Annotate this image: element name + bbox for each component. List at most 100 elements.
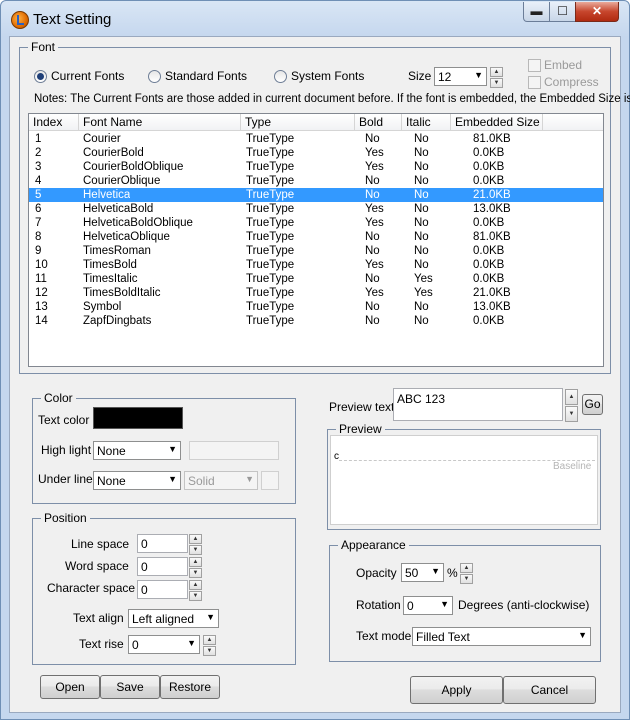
dialog-client-area: Font Current Fonts Standard Fonts System… [9,36,630,713]
table-cell: 12 [35,287,48,299]
column-header[interactable]: Italic [402,114,451,130]
chevron-down-icon[interactable]: ▼ [168,474,177,484]
chevron-down-icon[interactable]: ▼ [245,474,254,484]
restore-button[interactable]: Restore [160,675,220,699]
compress-checkbox[interactable] [528,76,541,89]
close-button[interactable]: ✕ [575,2,619,22]
spin-up-icon[interactable]: ▲ [490,67,503,77]
apply-button[interactable]: Apply [410,676,503,704]
spin-down-icon[interactable]: ▼ [490,78,503,88]
chevron-down-icon[interactable]: ▼ [206,612,215,622]
table-cell: No [414,301,429,313]
column-header[interactable]: Embedded Size [451,114,543,130]
line-space-input[interactable]: 0 [137,534,188,553]
current-fonts-radio[interactable] [34,70,47,83]
position-group: Position Line space 0 ▲ ▼ Word space 0 ▲ ▼… [32,511,296,665]
text-color-swatch[interactable] [93,407,183,429]
open-button[interactable]: Open [40,675,100,699]
table-cell: Yes [414,273,433,285]
spin-down-icon[interactable]: ▼ [460,574,473,584]
go-button[interactable]: Go [582,394,603,415]
rotation-combo[interactable]: 0 ▼ [403,596,453,615]
spin-up-icon[interactable]: ▲ [460,563,473,573]
column-header[interactable]: Type [241,114,355,130]
chevron-down-icon[interactable]: ▼ [168,444,177,454]
opacity-combo[interactable]: 50 ▼ [401,563,444,582]
chevron-down-icon[interactable]: ▼ [187,638,196,648]
underline-style-combo[interactable]: Solid ▼ [184,471,258,490]
text-rise-combo[interactable]: 0 ▼ [128,635,200,654]
table-cell: No [365,273,380,285]
highlight-combo[interactable]: None ▼ [93,441,181,460]
table-row[interactable]: 7 HelveticaBoldOblique TrueType Yes No 0.0KB [29,216,603,230]
spin-down-icon[interactable]: ▼ [203,646,216,656]
chevron-down-icon[interactable]: ▼ [578,630,587,640]
standard-fonts-radio[interactable] [148,70,161,83]
table-row[interactable]: 8 HelveticaOblique TrueType No No 81.0KB [29,230,603,244]
highlight-color-field[interactable] [189,441,279,460]
spin-down-icon[interactable]: ▼ [189,591,202,601]
appearance-group-legend: Appearance [338,538,409,552]
table-row[interactable]: 2 CourierBold TrueType Yes No 0.0KB [29,146,603,160]
title-bar[interactable]: Text Setting ▬ ☐ ✕ [1,1,629,37]
baseline-label: Baseline [553,461,592,472]
word-space-value: 0 [141,560,148,574]
character-space-input[interactable]: 0 [137,580,188,599]
column-header[interactable]: Font Name [79,114,241,130]
standard-fonts-label[interactable]: Standard Fonts [165,69,247,83]
spin-down-icon[interactable]: ▼ [189,568,202,578]
table-row[interactable]: 12 TimesBoldItalic TrueType Yes Yes 21.0KB [29,286,603,300]
current-fonts-label[interactable]: Current Fonts [51,69,124,83]
cancel-button[interactable]: Cancel [503,676,596,704]
table-row[interactable]: 11 TimesItalic TrueType No Yes 0.0KB [29,272,603,286]
minimize-button[interactable]: ▬ [523,2,550,22]
table-cell: 21.0KB [473,287,511,299]
table-cell: 5 [35,189,42,201]
preview-text-input[interactable]: ABC 123 [393,388,563,421]
text-rise-spinner[interactable]: ▲ ▼ [203,635,216,656]
line-space-spinner[interactable]: ▲ ▼ [189,534,202,555]
chevron-down-icon[interactable]: ▼ [474,70,483,80]
table-row[interactable]: 4 CourierOblique TrueType No No 0.0KB [29,174,603,188]
table-row[interactable]: 1 Courier TrueType No No 81.0KB [29,132,603,146]
spin-up-icon[interactable]: ▲ [189,534,202,544]
table-cell: HelveticaOblique [83,231,170,243]
table-row[interactable]: 9 TimesRoman TrueType No No 0.0KB [29,244,603,258]
text-mode-combo[interactable]: Filled Text ▼ [412,627,591,646]
table-cell: TrueType [246,301,295,313]
maximize-button[interactable]: ☐ [549,2,576,22]
opacity-spinner[interactable]: ▲ ▼ [460,563,473,584]
spin-up-icon[interactable]: ▲ [203,635,216,645]
spin-up-icon[interactable]: ▲ [189,557,202,567]
embed-checkbox[interactable] [528,59,541,72]
save-button[interactable]: Save [100,675,160,699]
character-space-spinner[interactable]: ▲ ▼ [189,580,202,601]
word-space-spinner[interactable]: ▲ ▼ [189,557,202,578]
font-size-combo[interactable]: 12 ▼ [434,67,487,86]
table-row[interactable]: 10 TimesBold TrueType Yes No 0.0KB [29,258,603,272]
font-list[interactable]: Index Font Name Type Bold Italic Embedded Siz… [28,113,604,367]
table-row[interactable]: 6 HelveticaBold TrueType Yes No 13.0KB [29,202,603,216]
opacity-value: 50 [405,566,419,580]
spin-down-icon[interactable]: ▼ [189,545,202,555]
system-fonts-radio[interactable] [274,70,287,83]
table-row[interactable]: 5 Helvetica TrueType No No 21.0KB [29,188,603,202]
underline-combo[interactable]: None ▼ [93,471,181,490]
column-header[interactable]: Index [29,114,79,130]
column-header[interactable]: Bold [355,114,402,130]
table-cell: 1 [35,133,42,145]
text-align-combo[interactable]: Left aligned ▼ [128,609,219,628]
scroll-down-icon[interactable]: ▼ [565,406,578,422]
table-row[interactable]: 14 ZapfDingbats TrueType No No 0.0KB [29,314,603,328]
preview-text-scroll[interactable]: ▲ ▼ [565,389,578,422]
font-size-spinner[interactable]: ▲ ▼ [490,67,503,88]
scroll-up-icon[interactable]: ▲ [565,389,578,405]
table-row[interactable]: 3 CourierBoldOblique TrueType Yes No 0.0KB [29,160,603,174]
underline-color-field[interactable] [261,471,279,490]
chevron-down-icon[interactable]: ▼ [440,599,449,609]
chevron-down-icon[interactable]: ▼ [431,566,440,576]
table-row[interactable]: 13 Symbol TrueType No No 13.0KB [29,300,603,314]
word-space-input[interactable]: 0 [137,557,188,576]
spin-up-icon[interactable]: ▲ [189,580,202,590]
system-fonts-label[interactable]: System Fonts [291,69,364,83]
